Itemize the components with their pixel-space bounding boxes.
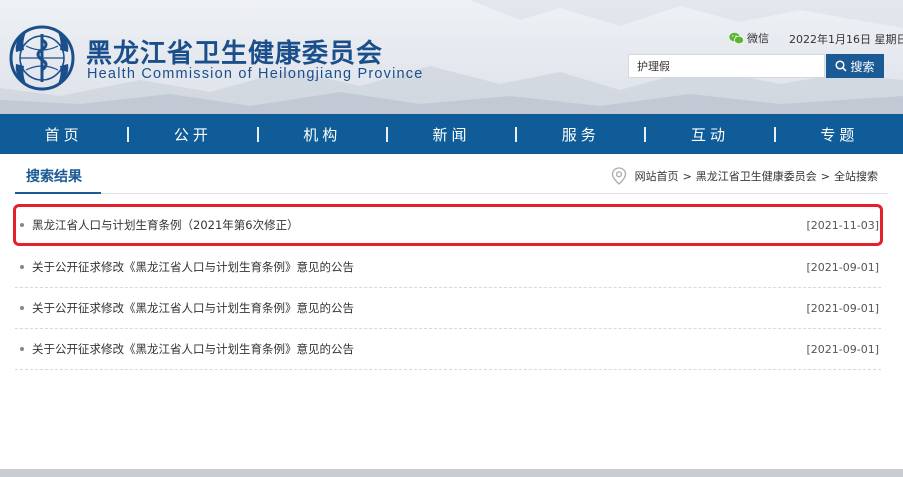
breadcrumb-separator: > [820,169,830,183]
result-date: [2021-09-01] [806,260,879,274]
wechat-label: 微信 [747,32,769,45]
result-title[interactable]: 关于公开征求修改《黑龙江省人口与计划生育条例》意见的公告 [32,341,806,357]
result-date: [2021-09-01] [806,342,879,356]
bullet-icon [20,347,24,351]
nav-item-service[interactable]: 服务 [517,114,644,154]
bullet-icon [20,265,24,269]
result-item[interactable]: 关于公开征求修改《黑龙江省人口与计划生育条例》意见的公告 [2021-09-01… [15,288,881,329]
result-title[interactable]: 关于公开征求修改《黑龙江省人口与计划生育条例》意见的公告 [32,300,806,316]
nav-item-news[interactable]: 新闻 [388,114,515,154]
wechat-link[interactable]: 微信 [729,30,769,46]
main-nav: 首页 公开 机构 新闻 服务 互动 专题 [0,114,903,154]
search-results-list: 黑龙江省人口与计划生育条例（2021年第6次修正） [2021-11-03] 关… [13,204,883,370]
nav-item-public[interactable]: 公开 [129,114,256,154]
breadcrumb-separator: > [682,169,692,183]
breadcrumb: 网站首页 > 黑龙江省卫生健康委员会 > 全站搜索 [611,167,878,185]
wechat-icon [729,32,744,44]
footer-strip [0,469,903,477]
search-input[interactable] [628,54,825,78]
result-date: [2021-09-01] [806,301,879,315]
section-title-underline [15,192,101,194]
breadcrumb-site[interactable]: 黑龙江省卫生健康委员会 [696,168,817,184]
result-title[interactable]: 关于公开征求修改《黑龙江省人口与计划生育条例》意见的公告 [32,259,806,275]
search-button-label: 搜索 [850,59,875,74]
nav-item-interaction[interactable]: 互动 [646,114,773,154]
bullet-icon [20,223,24,227]
search-icon [835,60,848,72]
breadcrumb-current: 全站搜索 [834,170,878,183]
result-title[interactable]: 黑龙江省人口与计划生育条例（2021年第6次修正） [32,217,806,233]
search-button[interactable]: 搜索 [826,54,884,78]
current-date: 2022年1月16日 星期日 [789,33,903,46]
breadcrumb-home[interactable]: 网站首页 [635,168,679,184]
nav-item-organization[interactable]: 机构 [259,114,386,154]
section-title: 搜索结果 [26,169,82,185]
nav-item-topics[interactable]: 专题 [776,114,903,154]
site-title-en: Health Commission of Heilongjiang Provin… [87,66,424,82]
site-title-cn: 黑龙江省卫生健康委员会 [86,39,384,69]
result-date: [2021-11-03] [806,218,879,232]
bullet-icon [20,306,24,310]
who-emblem-icon [9,25,75,91]
nav-item-home[interactable]: 首页 [0,114,127,154]
site-header: 黑龙江省卫生健康委员会 Health Commission of Heilong… [0,0,903,114]
search-results-header: 搜索结果 网站首页 > 黑龙江省卫生健康委员会 > 全站搜索 [15,156,888,194]
result-item[interactable]: 关于公开征求修改《黑龙江省人口与计划生育条例》意见的公告 [2021-09-01… [15,247,881,288]
location-pin-icon [611,167,626,185]
result-item[interactable]: 关于公开征求修改《黑龙江省人口与计划生育条例》意见的公告 [2021-09-01… [15,329,881,370]
result-item[interactable]: 黑龙江省人口与计划生育条例（2021年第6次修正） [2021-11-03] [13,204,883,246]
